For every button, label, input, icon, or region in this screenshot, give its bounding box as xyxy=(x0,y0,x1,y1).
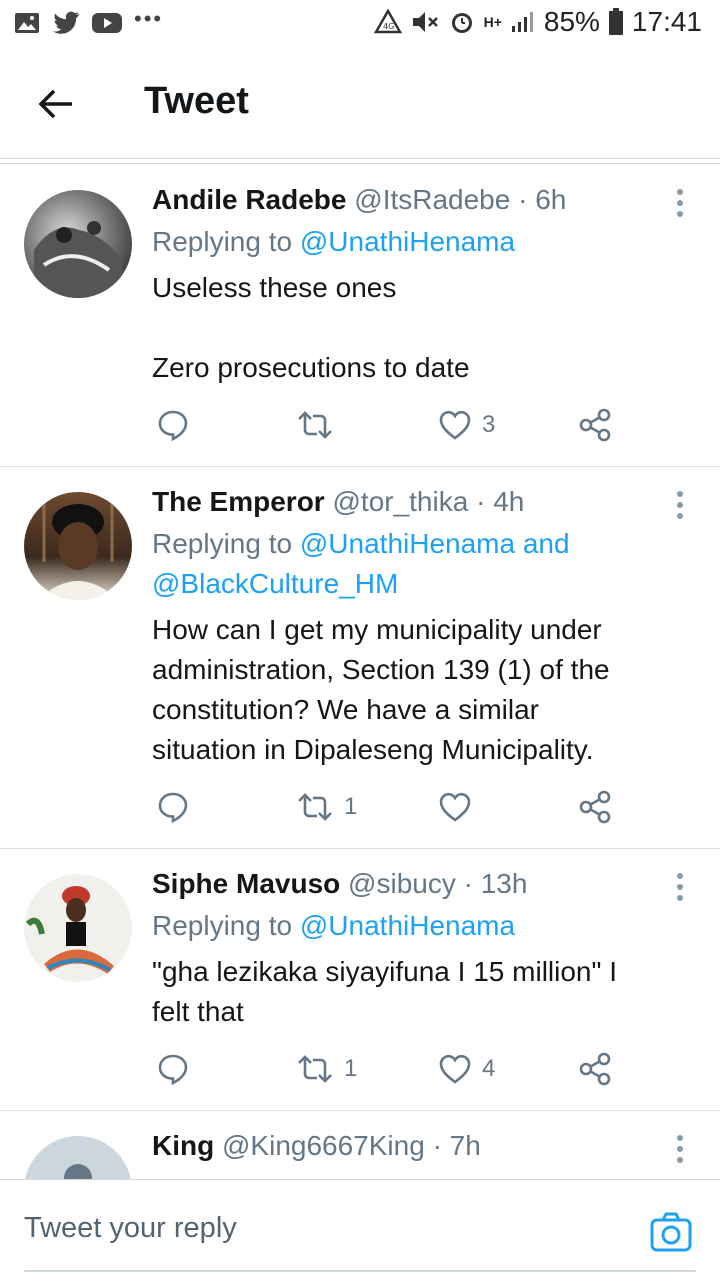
alarm-icon xyxy=(451,13,472,33)
author-handle: @King6667King xyxy=(222,1130,425,1161)
tweet-time: · 4h xyxy=(476,486,525,517)
mention-link[interactable]: @UnathiHenama xyxy=(300,226,515,257)
heart-icon xyxy=(439,1054,471,1084)
retweet-icon xyxy=(298,411,332,439)
avatar[interactable] xyxy=(24,874,132,982)
tweet-time: · 13h xyxy=(463,868,528,899)
comment-icon xyxy=(158,410,188,442)
comment-icon xyxy=(158,792,188,824)
svg-text:4G: 4G xyxy=(383,22,394,31)
author-handle: @tor_thika xyxy=(332,486,469,517)
tweet-divider xyxy=(0,1110,720,1111)
retweet-button[interactable]: 1 xyxy=(296,790,357,824)
reply-button[interactable] xyxy=(156,1052,190,1086)
battery-percent: 85% xyxy=(543,6,600,37)
replying-to: Replying to @UnathiHenama xyxy=(152,910,516,941)
more-options-icon[interactable] xyxy=(674,189,686,219)
recycle-icon: 4G xyxy=(373,9,402,34)
tweet-header: Siphe Mavuso @sibucy · 13h xyxy=(152,868,527,900)
share-button[interactable] xyxy=(578,408,612,442)
like-button[interactable] xyxy=(438,790,482,824)
reply-button[interactable] xyxy=(156,408,190,442)
replying-to: Replying to @UnathiHenama xyxy=(152,226,516,257)
status-bar: ••• 4G H+ 85% 17:41 xyxy=(0,0,720,50)
retweet-icon xyxy=(298,1055,332,1083)
tweet-header: King @King6667King · 7h xyxy=(152,1130,481,1162)
avatar[interactable] xyxy=(24,492,132,600)
author-handle: @ItsRadebe xyxy=(354,184,511,215)
overflow-dots-icon: ••• xyxy=(134,6,164,31)
share-icon xyxy=(579,790,611,824)
mention-link[interactable]: @UnathiHenama xyxy=(300,910,515,941)
tweet-body: How can I get my municipality under admi… xyxy=(152,614,610,765)
header-divider xyxy=(0,163,720,164)
tweet-body: "gha lezikaka siyayifuna I 15 million" I… xyxy=(152,956,617,1027)
author-name[interactable]: The Emperor xyxy=(152,486,325,517)
battery-icon xyxy=(608,8,623,35)
youtube-icon xyxy=(92,13,122,33)
avatar[interactable] xyxy=(24,190,132,298)
header-divider xyxy=(0,158,720,159)
hplus-icon: H+ xyxy=(483,14,502,30)
like-button[interactable]: 3 xyxy=(438,408,495,442)
tweet-time: · 7h xyxy=(432,1130,481,1161)
camera-icon[interactable] xyxy=(650,1212,692,1252)
mention-link[interactable]: @BlackCulture_HM xyxy=(152,568,398,599)
retweet-count: 1 xyxy=(344,793,358,820)
mute-icon xyxy=(412,12,438,32)
retweet-button[interactable] xyxy=(296,408,344,442)
tweet-time: · 6h xyxy=(518,184,567,215)
share-icon xyxy=(579,1052,611,1086)
reply-composer: Tweet your reply xyxy=(0,1179,720,1281)
back-arrow-icon[interactable] xyxy=(36,84,76,124)
retweet-count: 1 xyxy=(344,1055,358,1082)
tweet-header: The Emperor @tor_thika · 4h xyxy=(152,486,524,518)
author-name[interactable]: Siphe Mavuso xyxy=(152,868,340,899)
retweet-icon xyxy=(298,793,332,821)
heart-icon xyxy=(439,792,471,822)
app-header: Tweet xyxy=(0,50,720,160)
tweet-divider xyxy=(0,466,720,467)
tweet-divider xyxy=(0,848,720,849)
system-status: 4G H+ 85% 17:41 xyxy=(373,6,702,38)
more-options-icon[interactable] xyxy=(674,873,686,903)
heart-icon xyxy=(439,410,471,440)
notification-icons: ••• xyxy=(14,6,163,36)
clock: 17:41 xyxy=(631,6,702,37)
like-count: 3 xyxy=(482,411,496,438)
comment-icon xyxy=(158,1054,188,1086)
reply-input[interactable]: Tweet your reply xyxy=(24,1212,237,1245)
replying-to-cont: @BlackCulture_HM xyxy=(152,568,398,600)
replying-to: Replying to @UnathiHenama and xyxy=(152,528,570,559)
tweet-header: Andile Radebe @ItsRadebe · 6h xyxy=(152,184,566,216)
author-name[interactable]: Andile Radebe xyxy=(152,184,346,215)
tweet-body: Useless these ones Zero prosecutions to … xyxy=(152,272,470,383)
composer-underline xyxy=(24,1270,696,1272)
twitter-icon xyxy=(53,11,79,34)
share-button[interactable] xyxy=(578,790,612,824)
gallery-icon xyxy=(15,13,39,33)
page-title: Tweet xyxy=(144,80,249,122)
more-options-icon[interactable] xyxy=(674,491,686,521)
like-button[interactable]: 4 xyxy=(438,1052,495,1086)
signal-icon xyxy=(511,12,533,32)
share-button[interactable] xyxy=(578,1052,612,1086)
mention-link[interactable]: @UnathiHenama and xyxy=(300,528,570,559)
like-count: 4 xyxy=(482,1055,496,1082)
share-icon xyxy=(579,408,611,442)
more-options-icon[interactable] xyxy=(674,1135,686,1165)
author-handle: @sibucy xyxy=(348,868,456,899)
retweet-button[interactable]: 1 xyxy=(296,1052,357,1086)
author-name[interactable]: King xyxy=(152,1130,214,1161)
reply-button[interactable] xyxy=(156,790,190,824)
